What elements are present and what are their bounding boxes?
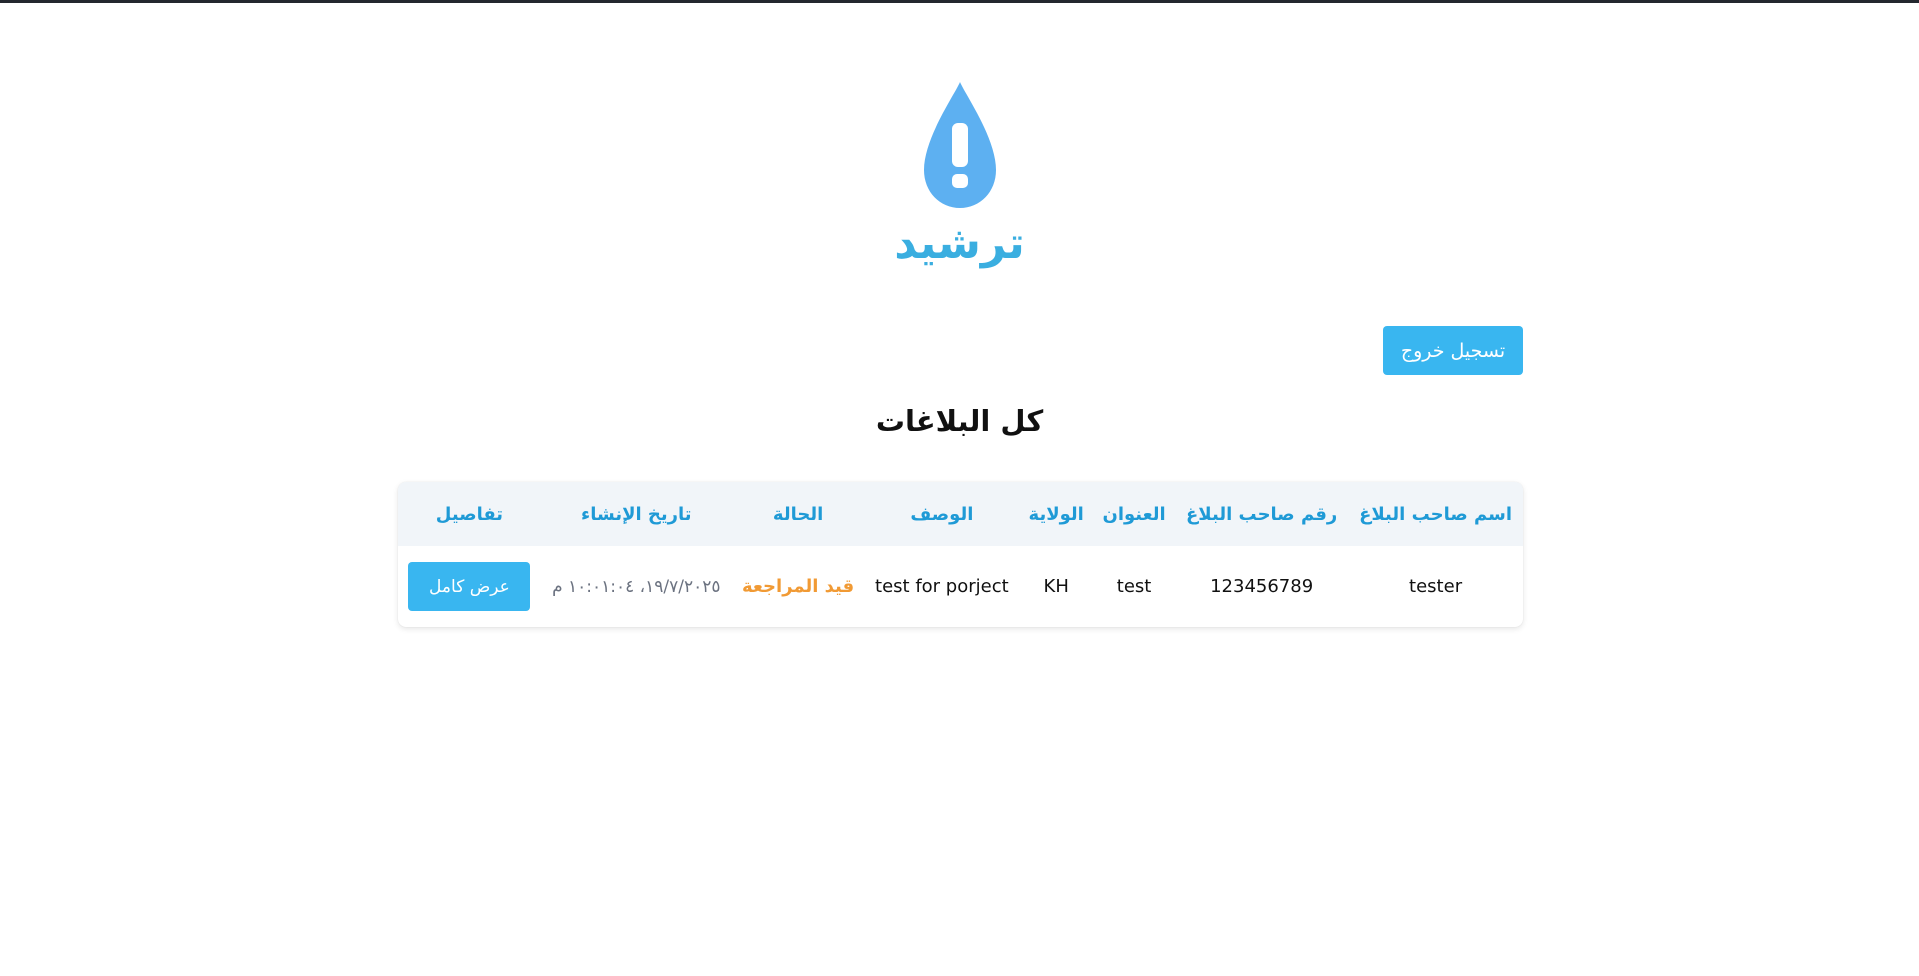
cell-created-at: ١٩/٧/٢٠٢٥، ١٠:٠١:٠٤ م <box>552 576 721 597</box>
cell-address: test <box>1116 576 1152 597</box>
column-header-status: الحالة <box>772 503 824 525</box>
cell-reporter-name: tester <box>1409 576 1463 597</box>
water-drop-exclamation-icon <box>923 82 996 208</box>
brand-name: ترشيد <box>894 218 1025 269</box>
column-header-created-at: تاريخ الإنشاء <box>581 503 692 525</box>
view-details-button[interactable]: عرض كامل <box>408 562 531 611</box>
column-header-reporter-phone: رقم صاحب البلاغ <box>1186 503 1338 525</box>
column-header-reporter-name: اسم صاحب البلاغ <box>1359 503 1513 525</box>
column-header-details: تفاصيل <box>435 503 504 525</box>
cell-details: عرض كامل <box>398 546 541 627</box>
table-header-row: اسم صاحب البلاغ رقم صاحب البلاغ العنوان … <box>398 482 1523 546</box>
cell-state: KH <box>1043 576 1069 597</box>
page-title: كل البلاغات <box>875 404 1044 438</box>
logout-button[interactable]: تسجيل خروج <box>1383 326 1523 375</box>
logo: ترشيد <box>0 80 1919 266</box>
top-border <box>0 0 1919 3</box>
reports-table: اسم صاحب البلاغ رقم صاحب البلاغ العنوان … <box>398 482 1523 627</box>
status-badge: قيد المراجعة <box>741 576 855 597</box>
column-header-address: العنوان <box>1102 503 1166 525</box>
column-header-description: الوصف <box>910 503 974 525</box>
column-header-state: الولاية <box>1028 503 1084 525</box>
cell-reporter-phone: 123456789 <box>1210 576 1314 597</box>
table-row: tester 123456789 test KH test for porjec… <box>398 546 1523 627</box>
cell-description: test for porject <box>875 576 1009 597</box>
